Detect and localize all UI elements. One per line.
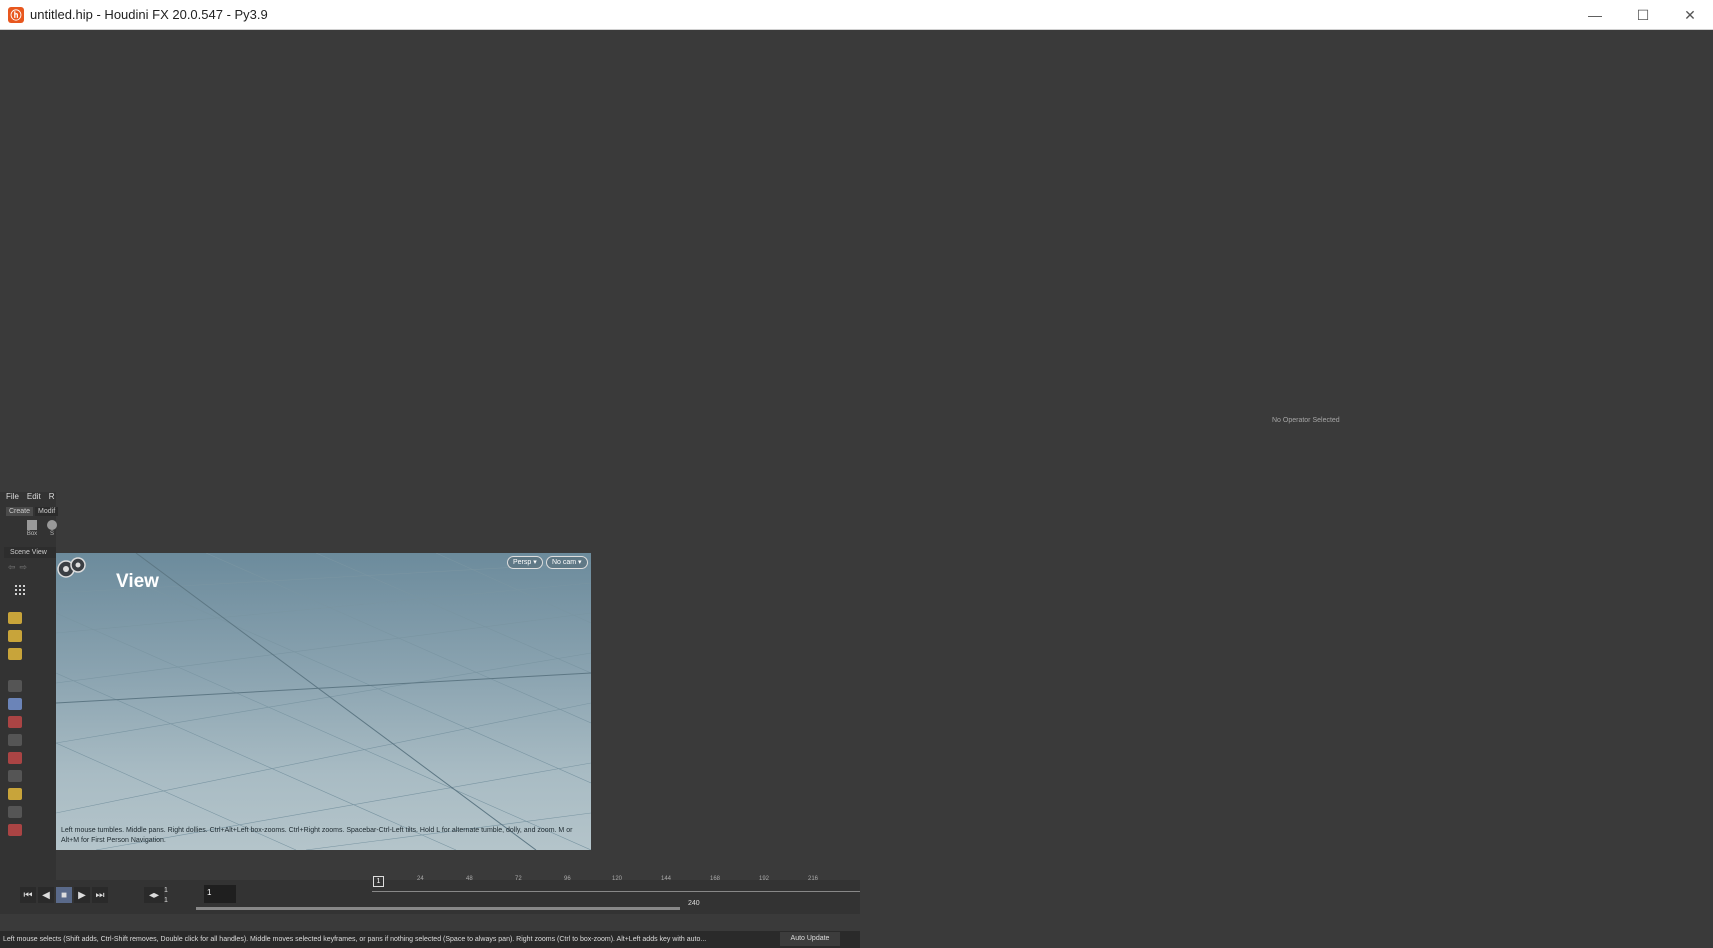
window-title: untitled.hip - Houdini FX 20.0.547 - Py3… [30, 7, 268, 22]
nav-buttons: ⇦ ⇨ [8, 562, 27, 573]
start-frame-field[interactable]: 1 [164, 897, 168, 904]
timeline-tick: 216 [808, 876, 819, 882]
menu-file[interactable]: File [6, 492, 19, 506]
no-operator-selected-label: No Operator Selected [1272, 417, 1340, 424]
range-start-field[interactable]: 1 [164, 887, 168, 894]
frame-range-slider[interactable] [196, 907, 680, 910]
shelf-tool-box-label: Box [26, 531, 38, 537]
viewport-title: View [116, 571, 159, 592]
step-frame-button[interactable]: ◂▸ [144, 887, 164, 903]
timeline-tick: 96 [564, 876, 571, 882]
tab-scene-view[interactable]: Scene View [4, 547, 56, 558]
title-bar: ⓗ untitled.hip - Houdini FX 20.0.547 - P… [0, 0, 1713, 30]
status-message: Left mouse selects (Shift adds, Ctrl-Shi… [3, 936, 707, 943]
handle-tool-icon[interactable] [8, 716, 22, 728]
record-icon[interactable] [8, 752, 22, 764]
bone-tool-icon[interactable] [8, 770, 22, 782]
status-bar: Left mouse selects (Shift adds, Ctrl-Shi… [0, 931, 860, 948]
timeline-tick: 120 [612, 876, 623, 882]
minimize-button[interactable]: — [1572, 0, 1618, 30]
auto-update-button[interactable]: Auto Update [780, 932, 840, 946]
menu-render[interactable]: R [49, 492, 55, 506]
viewport-grid [56, 553, 591, 850]
forward-arrow-icon[interactable]: ⇨ [20, 562, 28, 573]
play-reverse-button[interactable]: ◀ [38, 887, 54, 903]
shelf-tab-modify[interactable]: Modif [35, 507, 59, 516]
timeline-tick: 192 [759, 876, 770, 882]
shelf-tool-sphere[interactable]: S [42, 520, 62, 537]
viewport-toolbar [8, 612, 26, 836]
camera-menu-button[interactable]: No cam ▾ [546, 556, 588, 569]
menu-edit[interactable]: Edit [27, 492, 41, 506]
main-menu: File Edit R [6, 492, 54, 506]
pose-tool-icon[interactable] [8, 734, 22, 746]
select-tool-icon[interactable] [8, 680, 22, 692]
box-icon [27, 520, 37, 530]
timeline-tick: 168 [710, 876, 721, 882]
timeline[interactable]: 24 48 72 96 120 144 168 192 216 [372, 876, 860, 892]
grid-icon[interactable] [14, 584, 26, 596]
magnet-icon[interactable] [8, 824, 22, 836]
end-frame-field[interactable]: 240 [688, 900, 700, 907]
sphere-icon [47, 520, 57, 530]
jump-to-start-button[interactable]: ⏮ [20, 887, 36, 903]
stop-button[interactable]: ■ [56, 887, 72, 903]
scene-viewport[interactable]: View Persp ▾ No cam ▾ Left mouse tumbles… [56, 553, 591, 850]
snap-icon[interactable] [8, 806, 22, 818]
timeline-tick: 144 [661, 876, 672, 882]
houdini-logo-icon: ⓗ [8, 6, 24, 23]
timeline-tick: 24 [417, 876, 424, 882]
perspective-menu-button[interactable]: Persp ▾ [507, 556, 543, 569]
jump-to-end-button[interactable]: ⏭ [92, 887, 108, 903]
timeline-tick: 72 [515, 876, 522, 882]
back-arrow-icon[interactable]: ⇦ [8, 562, 16, 573]
current-frame-field[interactable]: 1 [204, 885, 236, 903]
viewport-hint: Left mouse tumbles. Middle pans. Right d… [61, 827, 573, 844]
maximize-button[interactable]: ☐ [1620, 0, 1666, 30]
lock-icon[interactable] [8, 698, 22, 710]
draw-tool-icon[interactable] [8, 788, 22, 800]
shelf-tabs: Create Modif [6, 507, 59, 516]
timeline-tick: 48 [466, 876, 473, 882]
timeline-current-frame-marker[interactable]: 1 [373, 876, 384, 887]
rotate-tool-icon[interactable] [8, 630, 22, 642]
shelf-tool-box[interactable]: Box [22, 520, 42, 537]
shelf-tab-create[interactable]: Create [6, 507, 34, 516]
scale-tool-icon[interactable] [8, 648, 22, 660]
move-tool-icon[interactable] [8, 612, 22, 624]
play-forward-button[interactable]: ▶ [74, 887, 90, 903]
shelf-tool-sphere-label: S [49, 531, 54, 537]
close-button[interactable]: ✕ [1667, 0, 1713, 30]
view-gears-icon [57, 557, 86, 578]
